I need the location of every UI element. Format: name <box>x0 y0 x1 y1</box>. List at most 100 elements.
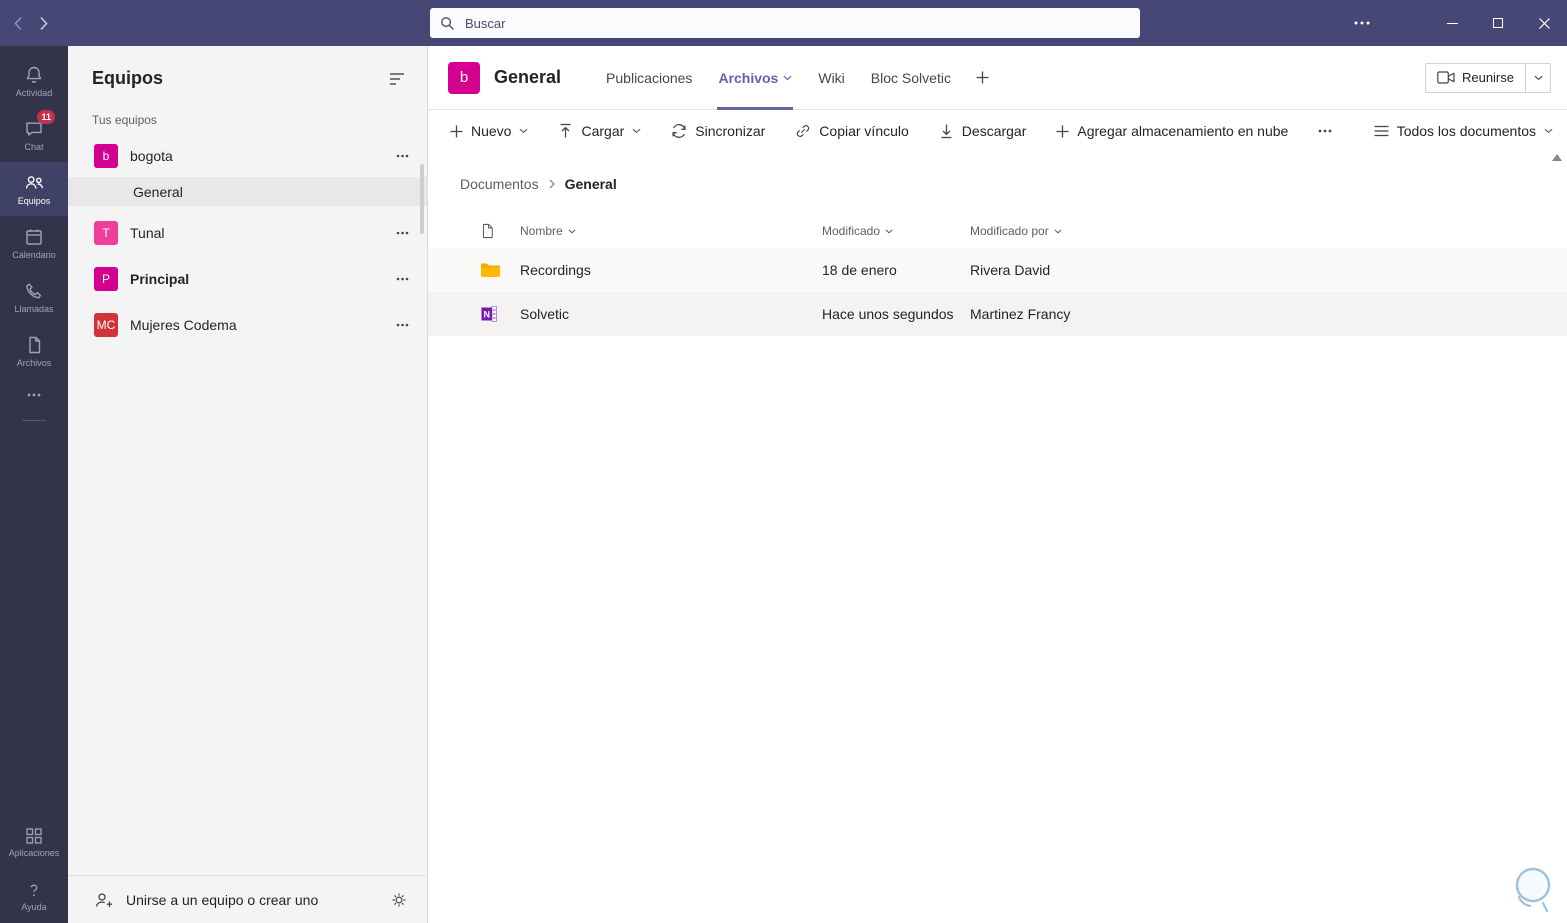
titlebar <box>0 0 1567 46</box>
more-options-icon[interactable] <box>396 277 409 281</box>
filter-icon[interactable] <box>389 72 405 86</box>
chevron-right-icon <box>549 179 555 189</box>
team-avatar: b <box>94 144 118 168</box>
meet-dropdown-icon[interactable] <box>1525 63 1550 92</box>
column-modificado[interactable]: Modificado <box>822 224 970 238</box>
rail-item-calendario[interactable]: Calendario <box>0 216 68 270</box>
new-button[interactable]: Nuevo <box>450 115 543 147</box>
more-options-icon[interactable] <box>396 323 409 327</box>
file-modified: 18 de enero <box>822 262 897 278</box>
meet-now-button[interactable]: Reunirse <box>1426 64 1525 92</box>
team-name: bogota <box>130 148 173 164</box>
column-nombre[interactable]: Nombre <box>520 224 822 238</box>
calendar-icon <box>24 227 44 247</box>
file-modified-by: Martinez Francy <box>970 306 1071 322</box>
rail-item-aplicaciones[interactable]: Aplicaciones <box>0 815 68 869</box>
channel-row-general[interactable]: General <box>68 177 427 206</box>
breadcrumb-documentos[interactable]: Documentos <box>460 176 539 192</box>
camera-icon <box>1437 71 1455 84</box>
upload-button[interactable]: Cargar <box>543 115 656 147</box>
files-header-row: Nombre Modificado Modificado por <box>428 214 1567 248</box>
sync-button[interactable]: Sincronizar <box>656 115 780 147</box>
column-label: Modificado <box>822 224 881 238</box>
forward-icon[interactable] <box>39 16 48 31</box>
add-tab-icon[interactable] <box>964 71 1001 84</box>
view-selector[interactable]: Todos los documentos <box>1364 123 1557 139</box>
files-table: Nombre Modificado Modificado por Recordi… <box>428 214 1567 336</box>
team-row-principal[interactable]: P Principal <box>68 260 427 298</box>
file-row-recordings[interactable]: Recordings 18 de enero Rivera David <box>428 248 1567 292</box>
meet-label: Reunirse <box>1461 70 1514 85</box>
person-add-icon <box>94 891 114 909</box>
help-icon <box>25 881 43 899</box>
channel-header: b General Publicaciones Archivos Wiki Bl… <box>428 46 1567 110</box>
rail-label: Aplicaciones <box>8 847 60 858</box>
activity-bell-icon <box>24 65 44 85</box>
rail-item-chat[interactable]: 11 Chat <box>0 108 68 162</box>
add-cloud-storage-button[interactable]: Agregar almacenamiento en nube <box>1041 115 1303 147</box>
close-button[interactable] <box>1521 0 1567 46</box>
rail-label: Chat <box>24 141 44 152</box>
column-modificado-por[interactable]: Modificado por <box>970 224 1567 238</box>
copy-link-label: Copiar vínculo <box>819 123 909 139</box>
team-row-bogota[interactable]: b bogota <box>68 137 427 175</box>
new-label: Nuevo <box>471 123 512 139</box>
copy-link-button[interactable]: Copiar vínculo <box>780 115 924 147</box>
chevron-down-icon <box>519 128 528 134</box>
onenote-icon: N <box>480 304 520 324</box>
titlebar-controls <box>1337 0 1567 46</box>
sidebar-scrollbar[interactable] <box>420 164 424 234</box>
chevron-down-icon <box>632 128 641 134</box>
join-team-link[interactable]: Unirse a un equipo o crear uno <box>126 892 318 908</box>
file-row-solvetic[interactable]: N Solvetic Hace unos segundos Martinez F… <box>428 292 1567 336</box>
tab-archivos[interactable]: Archivos <box>705 46 805 110</box>
rail-item-equipos[interactable]: Equipos <box>0 162 68 216</box>
channel-avatar: b <box>448 61 480 94</box>
file-type-column-icon[interactable] <box>480 223 520 239</box>
add-cloud-storage-label: Agregar almacenamiento en nube <box>1077 123 1289 139</box>
file-name[interactable]: Solvetic <box>520 306 822 322</box>
list-view-icon <box>1374 125 1389 137</box>
channel-tabs: Publicaciones Archivos Wiki Bloc Solveti… <box>593 46 1001 110</box>
rail-item-archivos[interactable]: Archivos <box>0 324 68 378</box>
team-row-mujeres-codema[interactable]: MC Mujeres Codema <box>68 306 427 344</box>
more-options-icon[interactable] <box>396 154 409 158</box>
tab-publicaciones[interactable]: Publicaciones <box>593 46 705 110</box>
rail-label: Archivos <box>16 357 52 368</box>
files-icon <box>24 335 44 355</box>
team-row-tunal[interactable]: T Tunal <box>68 214 427 252</box>
maximize-button[interactable] <box>1475 0 1521 46</box>
titlebar-more-icon[interactable] <box>1337 0 1387 46</box>
rail-label: Actividad <box>15 87 53 98</box>
back-icon[interactable] <box>14 16 23 31</box>
minimize-button[interactable] <box>1429 0 1475 46</box>
more-options-icon[interactable] <box>396 231 409 235</box>
apps-grid-icon <box>25 827 43 845</box>
tab-label: Publicaciones <box>606 69 693 86</box>
rail-item-llamadas[interactable]: Llamadas <box>0 270 68 324</box>
chat-badge: 11 <box>37 110 55 124</box>
chevron-down-icon <box>1054 229 1062 234</box>
scrollbar-up-arrow[interactable] <box>1552 154 1562 161</box>
tab-wiki[interactable]: Wiki <box>805 46 857 110</box>
app-rail: Actividad 11 Chat Equipos Calendario Lla… <box>0 46 68 923</box>
upload-label: Cargar <box>581 123 625 139</box>
main-content: b General Publicaciones Archivos Wiki Bl… <box>428 46 1567 923</box>
file-modified-by: Rivera David <box>970 262 1051 278</box>
chevron-down-icon <box>1544 128 1553 134</box>
rail-item-actividad[interactable]: Actividad <box>0 54 68 108</box>
download-button[interactable]: Descargar <box>924 115 1042 147</box>
breadcrumb-current: General <box>564 176 617 192</box>
gear-icon[interactable] <box>390 891 408 909</box>
tab-bloc-solvetic[interactable]: Bloc Solvetic <box>858 46 964 110</box>
file-name[interactable]: Recordings <box>520 262 822 278</box>
teams-people-icon <box>24 173 45 193</box>
rail-more-icon[interactable] <box>0 378 68 412</box>
team-avatar: MC <box>94 313 118 337</box>
search-icon <box>440 16 455 31</box>
files-toolbar: Nuevo Cargar Sincronizar Copiar vínculo … <box>428 110 1567 152</box>
toolbar-overflow-icon[interactable] <box>1303 115 1347 147</box>
search-bar[interactable] <box>430 8 1140 38</box>
search-input[interactable] <box>463 14 1130 32</box>
rail-item-ayuda[interactable]: Ayuda <box>0 869 68 923</box>
